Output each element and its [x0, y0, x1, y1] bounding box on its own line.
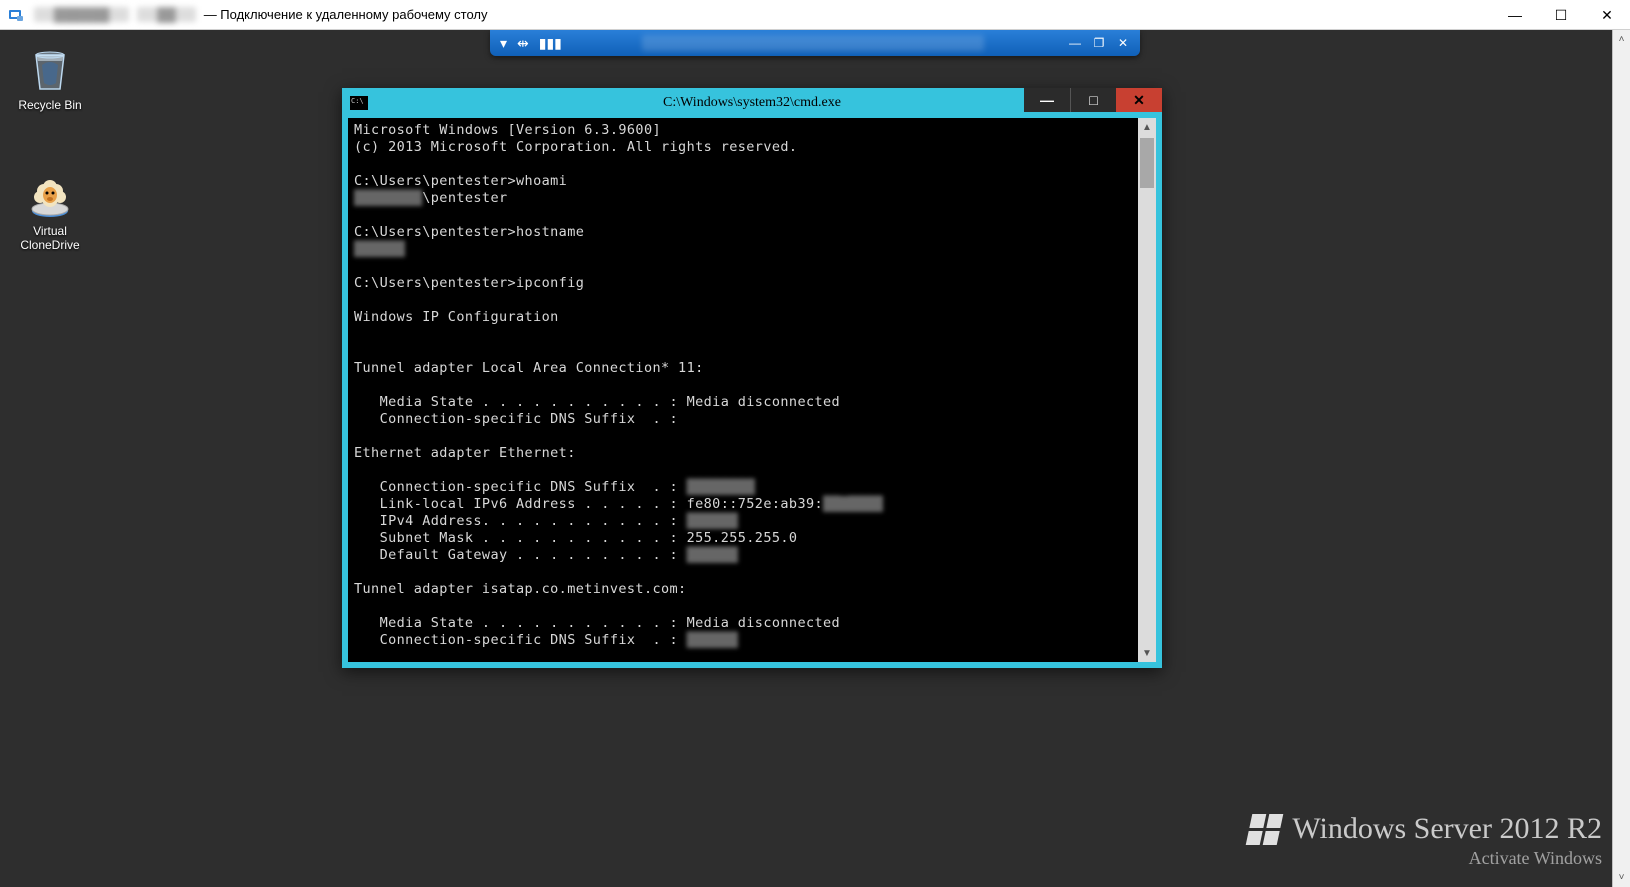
rdp-viewport-scrollbar[interactable]: ˄ ˅ — [1612, 30, 1630, 887]
scroll-down-icon[interactable]: ˅ — [1613, 868, 1630, 887]
connbar-pin-icon[interactable]: ⇹ — [517, 35, 529, 52]
desktop-icon-virtual-clonedrive[interactable]: Virtual CloneDrive — [10, 170, 90, 252]
rdp-minimize-button[interactable]: — — [1492, 0, 1538, 30]
activate-windows-text: Activate Windows — [1249, 848, 1602, 869]
cmd-body: Microsoft Windows [Version 6.3.9600] (c)… — [348, 118, 1156, 662]
cmd-app-icon — [350, 96, 368, 110]
rdp-close-button[interactable]: ✕ — [1584, 0, 1630, 30]
scroll-down-icon[interactable]: ▼ — [1138, 644, 1156, 662]
scroll-up-icon[interactable]: ˄ — [1613, 30, 1630, 49]
desktop-icon-recycle-bin[interactable]: Recycle Bin — [10, 44, 90, 112]
cmd-minimize-button[interactable]: — — [1024, 88, 1070, 112]
cmd-scrollbar[interactable]: ▲ ▼ — [1138, 118, 1156, 662]
connbar-chevron-icon[interactable]: ▾ — [500, 35, 507, 52]
rdp-connection-bar[interactable]: ▾ ⇹ ▮▮▮ — ❐ ✕ — [490, 30, 1140, 56]
cmd-close-button[interactable]: ✕ — [1116, 88, 1162, 112]
rdp-client-titlebar: ██████ ██ — Подключение к удаленному раб… — [0, 0, 1630, 30]
rdp-maximize-button[interactable]: ☐ — [1538, 0, 1584, 30]
connbar-restore-button[interactable]: ❐ — [1088, 34, 1110, 52]
desktop-icon-label: CloneDrive — [10, 238, 90, 252]
cmd-window[interactable]: C:\Windows\system32\cmd.exe — □ ✕ Micros… — [342, 88, 1162, 668]
windows-logo-icon — [1246, 814, 1284, 845]
desktop-icon-label: Recycle Bin — [10, 98, 90, 112]
desktop-icon-label: Virtual — [10, 224, 90, 238]
rdp-title-redacted-1: ██████ — [34, 7, 129, 22]
connbar-signal-icon: ▮▮▮ — [539, 35, 562, 52]
scroll-up-icon[interactable]: ▲ — [1138, 118, 1156, 136]
connbar-close-button[interactable]: ✕ — [1112, 34, 1134, 52]
cmd-titlebar[interactable]: C:\Windows\system32\cmd.exe — □ ✕ — [342, 88, 1162, 118]
connbar-hostname-redacted — [642, 35, 984, 51]
connbar-minimize-button[interactable]: — — [1064, 34, 1086, 52]
rdp-title-text: — Подключение к удаленному рабочему стол… — [204, 7, 488, 22]
rdp-app-icon — [8, 7, 24, 23]
clonedrive-icon — [25, 170, 75, 220]
cmd-output[interactable]: Microsoft Windows [Version 6.3.9600] (c)… — [348, 118, 1138, 662]
rdp-title-redacted-2: ██ — [137, 7, 195, 22]
recycle-bin-icon — [25, 44, 75, 94]
remote-desktop-surface[interactable]: Recycle Bin Virtual CloneDrive ▾ ⇹ ▮▮▮ — [0, 30, 1630, 887]
cmd-maximize-button[interactable]: □ — [1070, 88, 1116, 112]
windows-watermark: Windows Server 2012 R2 Activate Windows — [1249, 812, 1602, 869]
scroll-thumb[interactable] — [1140, 138, 1154, 188]
